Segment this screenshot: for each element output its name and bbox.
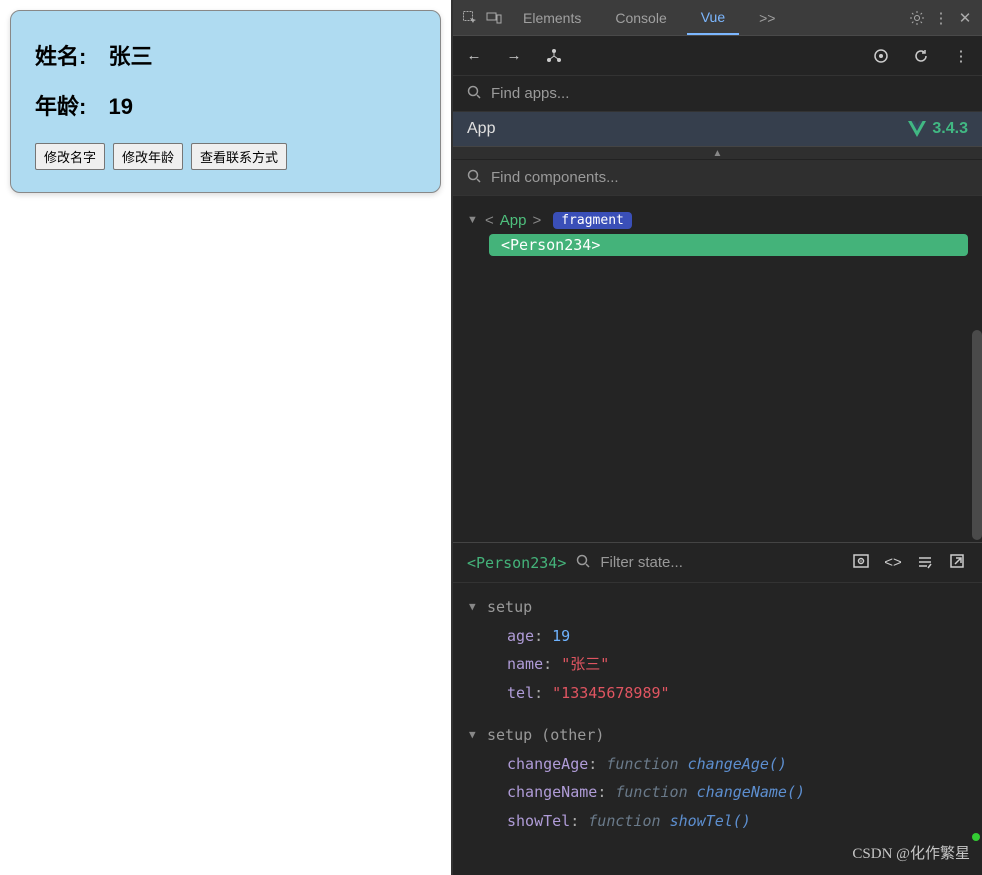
tab-elements[interactable]: Elements bbox=[509, 2, 595, 34]
render-code-icon[interactable]: <> bbox=[882, 554, 904, 571]
state-body: ▼setup age: 19 name: "张三" tel: "13345678… bbox=[453, 583, 982, 875]
tab-vue[interactable]: Vue bbox=[687, 1, 739, 35]
section-setup[interactable]: ▼setup bbox=[469, 593, 966, 622]
selected-component: <Person234> bbox=[467, 554, 566, 572]
fn-changeName: changeName: function changeName() bbox=[469, 778, 966, 807]
vue-toolbar: ← → ⋮ bbox=[453, 36, 982, 76]
state-header: <Person234> Filter state... <> bbox=[453, 543, 982, 583]
find-components-bar[interactable]: Find components... bbox=[453, 160, 982, 196]
refresh-icon[interactable] bbox=[912, 48, 930, 64]
kebab-icon[interactable]: ⋮ bbox=[932, 9, 950, 27]
component-tree: ▼ <App> fragment <Person234> bbox=[453, 196, 982, 543]
age-label: 年龄: bbox=[35, 94, 86, 119]
tree-root-row[interactable]: ▼ <App> fragment bbox=[467, 206, 968, 234]
button-row: 修改名字 修改年龄 查看联系方式 bbox=[35, 143, 416, 170]
app-preview-pane: 姓名: 张三 年龄: 19 修改名字 修改年龄 查看联系方式 bbox=[0, 0, 453, 875]
inspect-icon[interactable] bbox=[461, 9, 479, 27]
name-label: 姓名: bbox=[35, 44, 86, 69]
caret-down-icon[interactable]: ▼ bbox=[467, 214, 479, 226]
name-value: 张三 bbox=[108, 44, 152, 69]
age-value: 19 bbox=[108, 94, 132, 119]
scrollbar[interactable] bbox=[972, 330, 982, 540]
collapse-handle[interactable]: ▲ bbox=[453, 146, 982, 160]
focus-icon[interactable] bbox=[872, 47, 890, 65]
inspect-dom-icon[interactable] bbox=[914, 553, 936, 573]
kebab-icon[interactable]: ⋮ bbox=[952, 47, 970, 65]
prop-tel: tel: "13345678989" bbox=[469, 679, 966, 708]
tree-child-row[interactable]: <Person234> bbox=[489, 234, 968, 256]
scroll-to-icon[interactable] bbox=[850, 552, 872, 574]
status-dot-icon bbox=[972, 833, 980, 841]
search-icon bbox=[467, 85, 481, 103]
search-icon bbox=[467, 169, 481, 187]
watermark: CSDN @化作繁星 bbox=[852, 842, 970, 863]
device-icon[interactable] bbox=[485, 9, 503, 27]
name-row: 姓名: 张三 bbox=[35, 39, 416, 71]
close-icon[interactable]: ✕ bbox=[956, 9, 974, 27]
fragment-badge: fragment bbox=[553, 212, 632, 229]
prop-age: age: 19 bbox=[469, 622, 966, 651]
prop-name: name: "张三" bbox=[469, 650, 966, 679]
components-tree-icon[interactable] bbox=[545, 48, 563, 64]
open-in-editor-icon[interactable] bbox=[946, 553, 968, 573]
change-name-button[interactable]: 修改名字 bbox=[35, 143, 105, 170]
change-age-button[interactable]: 修改年龄 bbox=[113, 143, 183, 170]
vue-version-badge: 3.4.3 bbox=[908, 120, 968, 138]
app-label: App bbox=[467, 120, 495, 138]
fn-changeAge: changeAge: function changeAge() bbox=[469, 750, 966, 779]
vue-logo-icon bbox=[908, 121, 926, 137]
section-setup-other[interactable]: ▼setup (other) bbox=[469, 721, 966, 750]
back-icon[interactable]: ← bbox=[465, 47, 483, 64]
tab-more[interactable]: >> bbox=[745, 2, 789, 34]
show-tel-button[interactable]: 查看联系方式 bbox=[191, 143, 287, 170]
gear-icon[interactable] bbox=[908, 9, 926, 27]
app-row[interactable]: App 3.4.3 bbox=[453, 112, 982, 146]
devtools-tabbar: Elements Console Vue >> ⋮ ✕ bbox=[453, 0, 982, 36]
search-icon bbox=[576, 554, 590, 572]
forward-icon[interactable]: → bbox=[505, 47, 523, 64]
tab-console[interactable]: Console bbox=[601, 2, 680, 34]
find-apps-placeholder: Find apps... bbox=[491, 85, 569, 102]
age-row: 年龄: 19 bbox=[35, 89, 416, 121]
find-apps-bar[interactable]: Find apps... bbox=[453, 76, 982, 112]
filter-state-placeholder[interactable]: Filter state... bbox=[600, 554, 840, 571]
person-card: 姓名: 张三 年龄: 19 修改名字 修改年龄 查看联系方式 bbox=[10, 10, 441, 193]
fn-showTel: showTel: function showTel() bbox=[469, 807, 966, 836]
find-components-placeholder: Find components... bbox=[491, 169, 619, 186]
devtools-panel: Elements Console Vue >> ⋮ ✕ ← → ⋮ Find a… bbox=[453, 0, 982, 875]
